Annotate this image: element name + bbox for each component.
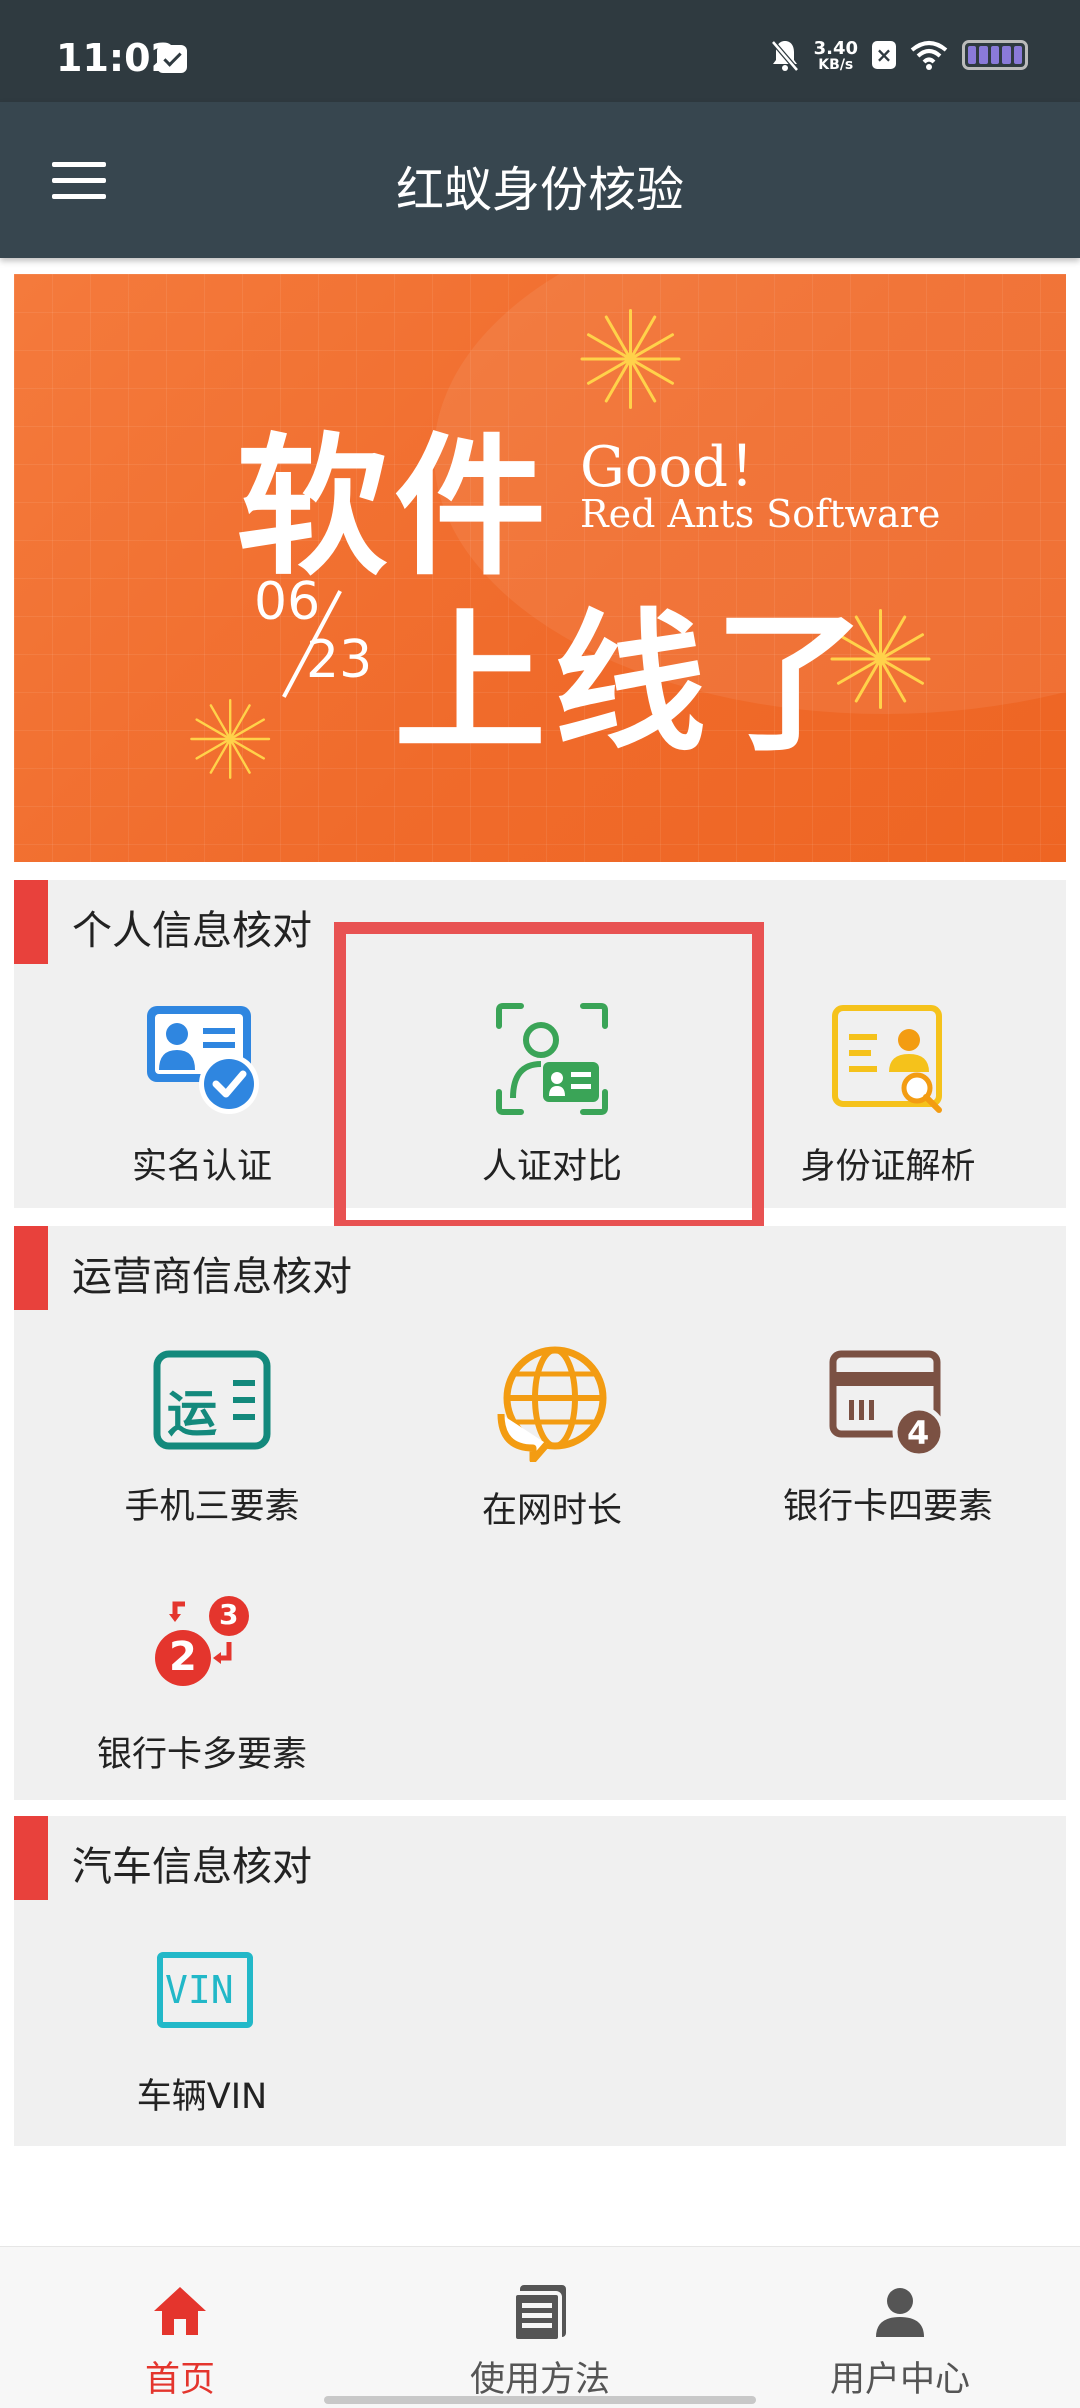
nav-usage-guide[interactable]: 使用方法 bbox=[420, 2281, 660, 2402]
section-title: 汽车信息核对 bbox=[72, 1844, 312, 1890]
id-card-check-icon bbox=[147, 1006, 259, 1114]
status-icons: 3.40 KB/s × bbox=[770, 38, 1028, 72]
item-label: 身份证解析 bbox=[800, 1147, 976, 1187]
banner-date-month: 06 bbox=[254, 572, 321, 632]
bank-card-four-icon: 4 bbox=[829, 1344, 947, 1462]
network-speed: 3.40 KB/s bbox=[814, 39, 858, 72]
nav-user-center[interactable]: 用户中心 bbox=[780, 2281, 1020, 2402]
document-list-icon bbox=[512, 2285, 566, 2343]
section-accent-bar bbox=[14, 1816, 48, 1900]
globe-chat-icon bbox=[497, 1346, 607, 1464]
item-label: 车辆VIN bbox=[136, 2077, 268, 2117]
item-online-duration[interactable]: 在网时长 bbox=[382, 1344, 722, 1533]
banner-date-day: 23 bbox=[306, 630, 373, 690]
bell-muted-icon bbox=[770, 40, 799, 72]
network-speed-value: 3.40 bbox=[813, 37, 858, 59]
section-title: 运营商信息核对 bbox=[72, 1254, 352, 1300]
app-title: 红蚁身份核验 bbox=[395, 162, 684, 218]
bank-card-multi-icon: 2 3 bbox=[143, 1592, 261, 1710]
close-box-icon: × bbox=[872, 41, 896, 69]
banner-brand: Red Ants Software bbox=[580, 492, 941, 536]
nav-label: 首页 bbox=[144, 2360, 215, 2400]
carrier-badge-text: 运 bbox=[167, 1385, 217, 1443]
item-id-card-parse[interactable]: 身份证解析 bbox=[718, 1000, 1058, 1189]
nav-label: 用户中心 bbox=[829, 2360, 970, 2400]
item-label: 银行卡四要素 bbox=[782, 1487, 993, 1527]
id-card-search-icon bbox=[832, 1005, 942, 1113]
promo-banner[interactable]: 软件 Good！ Red Ants Software 06 23 上线了 bbox=[14, 274, 1066, 862]
gesture-home-bar[interactable] bbox=[324, 2396, 756, 2404]
item-label: 手机三要素 bbox=[124, 1487, 300, 1527]
nav-label: 使用方法 bbox=[469, 2360, 610, 2400]
user-icon bbox=[876, 2288, 924, 2337]
firework-decoration bbox=[574, 304, 684, 414]
home-icon bbox=[154, 2287, 206, 2335]
item-real-name-auth[interactable]: 实名认证 bbox=[32, 1000, 372, 1189]
item-bank-card-four-factors[interactable]: 4 银行卡四要素 bbox=[718, 1344, 1058, 1529]
section-accent-bar bbox=[14, 1226, 48, 1310]
battery-icon bbox=[962, 40, 1028, 70]
highlight-box bbox=[334, 922, 764, 1232]
item-label: 在网时长 bbox=[481, 1491, 622, 1531]
network-speed-unit: KB/s bbox=[818, 56, 854, 73]
bank-card-four-badge: 4 bbox=[907, 1414, 930, 1452]
item-label: 银行卡多要素 bbox=[96, 1735, 307, 1775]
vin-badge-text: VIN bbox=[165, 1968, 234, 2012]
item-bank-card-multi-factors[interactable]: 2 3 银行卡多要素 bbox=[32, 1592, 372, 1777]
wifi-icon bbox=[910, 41, 948, 70]
section-carrier-info: 运营商信息核对 运 手机三要素 在网时长 4 银行卡四要素 2 3 银行卡多要素 bbox=[14, 1226, 1066, 1800]
section-title: 个人信息核对 bbox=[72, 908, 312, 954]
item-phone-three-factors[interactable]: 运 手机三要素 bbox=[42, 1344, 382, 1529]
carrier-card-icon: 运 bbox=[153, 1344, 271, 1462]
item-vehicle-vin[interactable]: VIN 车辆VIN bbox=[32, 1934, 372, 2119]
item-label: 实名认证 bbox=[131, 1147, 272, 1187]
nav-home[interactable]: 首页 bbox=[60, 2281, 300, 2402]
bottom-nav: 首页 使用方法 用户中心 bbox=[0, 2246, 1080, 2408]
vin-icon: VIN bbox=[143, 1934, 261, 2052]
app-bar: 红蚁身份核验 bbox=[0, 102, 1080, 258]
multi-badge-a: 2 bbox=[169, 1634, 197, 1680]
section-accent-bar bbox=[14, 880, 48, 964]
firework-decoration bbox=[185, 695, 273, 783]
banner-headline-2: 上线了 bbox=[394, 593, 874, 772]
multi-badge-b: 3 bbox=[219, 1598, 239, 1631]
section-vehicle-info: 汽车信息核对 VIN 车辆VIN bbox=[14, 1816, 1066, 2146]
status-bar: 11:02 3.40 KB/s × bbox=[0, 0, 1080, 102]
notification-message-icon bbox=[157, 45, 187, 73]
banner-good: Good！ bbox=[580, 435, 785, 500]
